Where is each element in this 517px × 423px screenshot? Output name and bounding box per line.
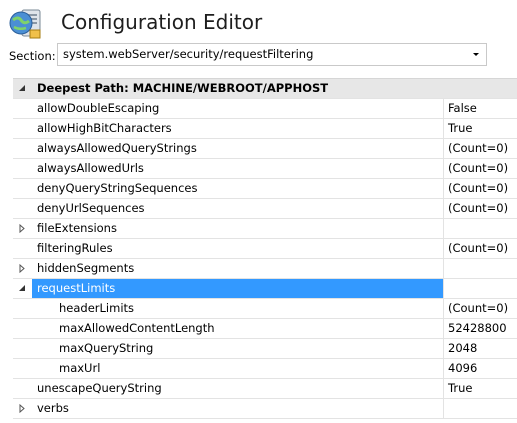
table-row-selected[interactable]: requestLimits [13, 279, 517, 299]
property-name: verbs [32, 399, 444, 418]
property-name: denyQueryStringSequences [32, 179, 444, 198]
section-label: Section: [9, 49, 56, 63]
table-row[interactable]: hiddenSegments [13, 259, 517, 279]
property-value[interactable]: (Count=0) [444, 299, 517, 318]
collapse-icon[interactable] [13, 79, 32, 98]
property-value[interactable] [444, 279, 517, 298]
config-editor-icon [9, 9, 41, 39]
table-row[interactable]: headerLimits (Count=0) [13, 299, 517, 319]
property-grid: Deepest Path: MACHINE/WEBROOT/APPHOST al… [13, 78, 517, 419]
property-value[interactable]: 52428800 [444, 319, 517, 338]
grid-category[interactable]: Deepest Path: MACHINE/WEBROOT/APPHOST [13, 79, 517, 99]
property-name: headerLimits [32, 299, 444, 318]
property-value[interactable] [444, 219, 517, 238]
property-name: maxAllowedContentLength [32, 319, 444, 338]
chevron-down-icon[interactable] [473, 53, 479, 56]
table-row[interactable]: fileExtensions [13, 219, 517, 239]
header: Configuration Editor [0, 0, 517, 44]
table-row[interactable]: allowDoubleEscaping False [13, 99, 517, 119]
property-name: denyUrlSequences [32, 199, 444, 218]
table-row[interactable]: alwaysAllowedUrls (Count=0) [13, 159, 517, 179]
section-select[interactable]: system.webServer/security/requestFilteri… [57, 43, 487, 66]
property-name: allowDoubleEscaping [32, 99, 444, 118]
table-row[interactable]: maxQueryString 2048 [13, 339, 517, 359]
property-value[interactable]: True [444, 119, 517, 138]
table-row[interactable]: unescapeQueryString True [13, 379, 517, 399]
property-value[interactable]: (Count=0) [444, 199, 517, 218]
property-value[interactable]: 2048 [444, 339, 517, 358]
property-name: alwaysAllowedQueryStrings [32, 139, 444, 158]
property-name: hiddenSegments [32, 259, 444, 278]
property-value[interactable] [444, 259, 517, 278]
table-row[interactable]: allowHighBitCharacters True [13, 119, 517, 139]
table-row[interactable]: maxUrl 4096 [13, 359, 517, 379]
property-value[interactable]: (Count=0) [444, 139, 517, 158]
table-row[interactable]: maxAllowedContentLength 52428800 [13, 319, 517, 339]
property-value[interactable]: True [444, 379, 517, 398]
property-name: fileExtensions [32, 219, 444, 238]
property-name: filteringRules [32, 239, 444, 258]
property-value[interactable]: (Count=0) [444, 179, 517, 198]
section-select-value: system.webServer/security/requestFilteri… [63, 47, 314, 61]
table-row[interactable]: filteringRules (Count=0) [13, 239, 517, 259]
table-row[interactable]: denyUrlSequences (Count=0) [13, 199, 517, 219]
expand-icon[interactable] [13, 399, 32, 418]
expand-icon[interactable] [13, 259, 32, 278]
table-row[interactable]: verbs [13, 399, 517, 419]
property-value[interactable]: False [444, 99, 517, 118]
property-name: requestLimits [32, 279, 444, 298]
property-name: allowHighBitCharacters [32, 119, 444, 138]
table-row[interactable]: denyQueryStringSequences (Count=0) [13, 179, 517, 199]
category-label: Deepest Path: MACHINE/WEBROOT/APPHOST [37, 81, 329, 95]
property-name: unescapeQueryString [32, 379, 444, 398]
property-value[interactable]: (Count=0) [444, 239, 517, 258]
table-row[interactable]: alwaysAllowedQueryStrings (Count=0) [13, 139, 517, 159]
expand-icon[interactable] [13, 219, 32, 238]
property-value[interactable]: (Count=0) [444, 159, 517, 178]
collapse-icon[interactable] [13, 279, 32, 298]
property-name: maxUrl [32, 359, 444, 378]
page-title: Configuration Editor [61, 10, 263, 34]
property-name: maxQueryString [32, 339, 444, 358]
property-name: alwaysAllowedUrls [32, 159, 444, 178]
property-value[interactable] [444, 399, 517, 418]
property-value[interactable]: 4096 [444, 359, 517, 378]
